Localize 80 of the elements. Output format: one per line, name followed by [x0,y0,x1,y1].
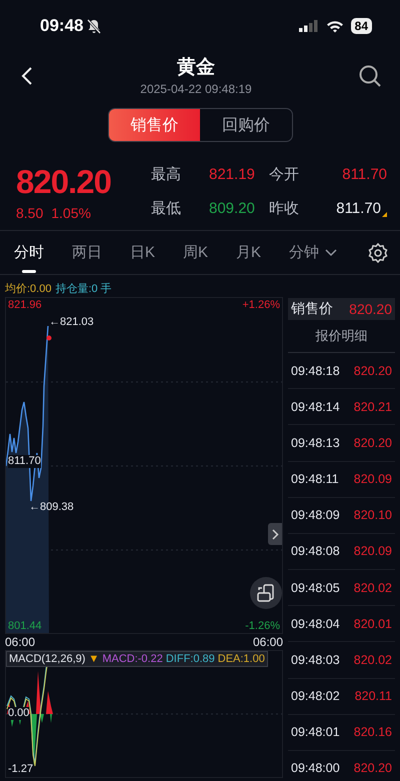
tick-price: 820.21 [354,400,392,414]
battery-level: 84 [350,18,372,34]
stat-value: 809.20 [209,199,255,219]
period-tab[interactable]: 周K [183,230,208,274]
min-percent-label: -1.26% [245,620,280,633]
tick-price: 820.02 [354,580,392,595]
search-icon[interactable] [358,64,382,88]
stat-value: 811.70 [336,199,381,219]
sell-price-label: 销售价 [291,300,333,318]
chevron-right-icon [272,528,278,540]
stat-label: 最高 [151,165,182,185]
tick-time: 09:48:08 [291,544,340,558]
end-time-label: 06:00 [252,635,283,649]
period-tab[interactable]: 分时 [14,230,44,274]
macd-value: MACD:-0.22 [102,653,163,665]
tick-price: 820.20 [354,436,392,450]
stat-value: 821.19 [209,165,255,185]
price-type-tab[interactable]: 回购价 [200,109,292,141]
quote-detail-title: 报价明细 [288,320,395,353]
tick-price: 820.09 [354,472,392,486]
signal-icon [298,20,319,32]
high-price-marker: ←821.03 [49,316,94,329]
change-percent: 1.05% [51,205,91,221]
sell-price-value: 820.20 [349,301,392,317]
tick-time: 09:48:02 [291,689,340,704]
tick-price: 820.16 [354,725,392,740]
dropdown-arrow[interactable]: ▼ [88,653,100,665]
start-time-label: 06:00 [5,635,36,649]
tick-price: 820.01 [354,616,392,631]
wifi-icon [326,20,344,32]
tick-time: 09:48:11 [291,472,339,486]
period-tab[interactable]: 月K [236,230,262,274]
tick-time: 09:48:09 [291,508,340,522]
tick-price: 820.20 [354,761,392,776]
low-price-marker: ←809.38 [29,501,74,514]
clock-time: 09:48 [40,16,84,36]
diff-value: DIFF:0.89 [166,653,215,665]
stat-label: 最低 [151,199,182,219]
tick-price: 820.09 [354,544,392,558]
previous-close-label: 811.70 [8,455,41,468]
max-percent-label: +1.26% [242,299,280,312]
price-type-tab[interactable]: 销售价 [108,109,200,141]
tick-price: 820.02 [354,652,392,667]
period-tab[interactable]: 分钟 [289,230,338,274]
tick-time: 09:48:14 [291,400,340,414]
tick-time: 09:48:18 [291,364,340,378]
tick-price: 820.11 [354,689,392,704]
expand-button[interactable] [268,523,282,545]
min-macd-label: -1.27 [8,763,34,776]
chevron-down-icon [325,248,338,256]
back-icon[interactable] [20,66,34,86]
rotate-screen-icon [257,584,275,602]
tick-price: 820.10 [354,508,392,522]
stat-label: 昨收 [269,199,300,219]
tick-time: 09:48:01 [291,725,340,740]
tick-time: 09:48:03 [291,652,340,667]
max-price-label: 821.96 [8,299,42,312]
tick-time: 09:48:04 [291,616,340,631]
dea-value: DEA:1.00 [218,653,265,665]
macd-title: MACD(12,26,9) [9,653,86,665]
page-title: 黄金 [177,56,215,80]
stat-value: 811.70 [342,165,387,185]
zero-label: 0.00 [8,707,30,720]
period-tab[interactable]: 日K [130,230,156,274]
current-point-dot [46,336,52,340]
price-change: 8.50 [16,205,44,221]
tick-time: 09:48:05 [291,580,340,595]
stat-label: 今开 [269,165,300,185]
min-price-label: 801.44 [8,620,42,633]
current-price: 820.20 [16,163,112,201]
average-price: 均价:0.00 [5,282,52,296]
timestamp: 2025-04-22 09:48:19 [140,80,252,96]
tick-price: 820.20 [354,364,392,378]
period-tab[interactable]: 两日 [72,230,102,274]
rotate-screen-button[interactable] [250,577,282,609]
open-interest: 持仓量:0 手 [55,282,112,296]
tick-time: 09:48:00 [291,761,340,776]
tick-time: 09:48:13 [291,436,340,450]
bell-slash-icon [87,18,102,34]
settings-icon[interactable] [368,242,388,262]
